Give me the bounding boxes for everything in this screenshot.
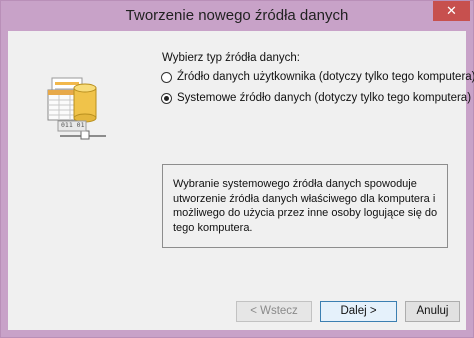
next-button[interactable]: Dalej > [320, 301, 397, 322]
dialog-client-area: 011 01 Wybierz typ źródła danych: Źródło… [8, 31, 474, 330]
system-dsn-label[interactable]: Systemowe źródło danych (dotyczy tylko t… [177, 92, 471, 104]
user-dsn-label[interactable]: Źródło danych użytkownika (dotyczy tylko… [177, 71, 474, 83]
system-dsn-radio[interactable] [161, 92, 172, 104]
title-bar[interactable]: Tworzenie nowego źródła danych ✕ [1, 1, 473, 31]
data-source-icon: 011 01 [46, 76, 110, 146]
system-dsn-option[interactable]: Systemowe źródło danych (dotyczy tylko t… [161, 92, 471, 104]
user-dsn-radio[interactable] [161, 71, 172, 83]
dialog-window: Tworzenie nowego źródła danych ✕ 011 01 … [0, 0, 474, 338]
user-dsn-option[interactable]: Źródło danych użytkownika (dotyczy tylko… [161, 71, 474, 83]
description-text: Wybranie systemowego źródła danych spowo… [173, 178, 438, 234]
close-icon: ✕ [446, 3, 457, 18]
data-source-icon-badge: 011 01 [61, 121, 85, 129]
back-button[interactable]: < Wstecz [236, 301, 312, 322]
dialog-title: Tworzenie nowego źródła danych [125, 7, 349, 24]
cancel-button[interactable]: Anuluj [405, 301, 460, 322]
close-button[interactable]: ✕ [433, 1, 470, 21]
source-type-prompt: Wybierz typ źródła danych: [162, 52, 300, 64]
data-source-icon-graphic [47, 77, 106, 140]
description-box: Wybranie systemowego źródła danych spowo… [162, 164, 448, 248]
